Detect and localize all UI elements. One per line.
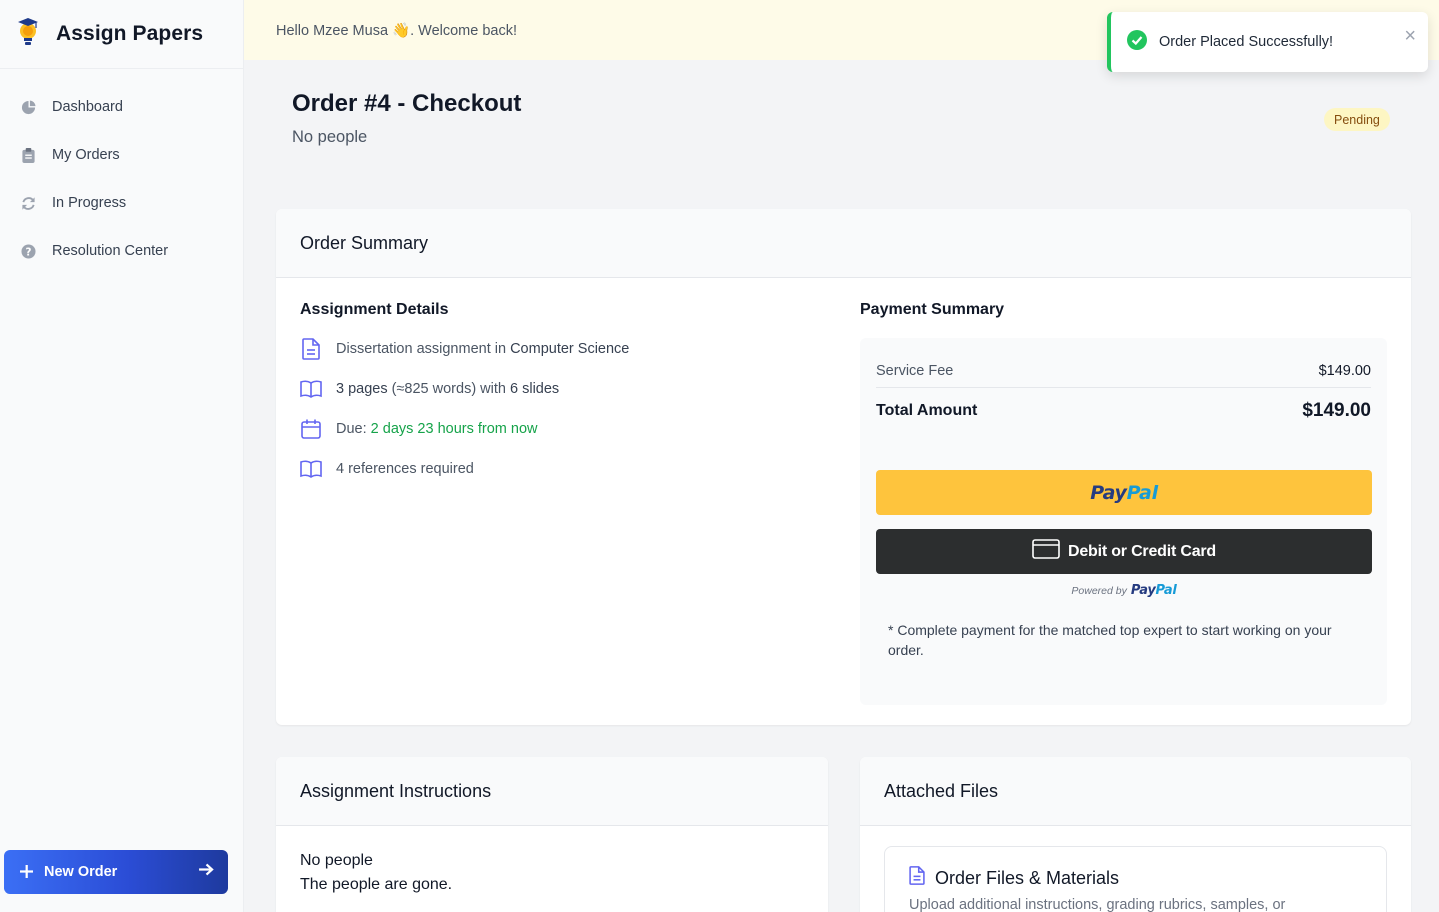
page-title: Order #4 - Checkout [292, 90, 522, 117]
sidebar: Assign Papers Dashboard My Orders In Pro… [0, 0, 244, 912]
paypal-small-logo: PayPal [1131, 583, 1177, 598]
paypal-small-pal: Pal [1155, 583, 1177, 598]
calendar-icon [300, 418, 322, 440]
plus-icon [20, 861, 34, 884]
total-amount-value: $149.00 [1302, 400, 1371, 421]
order-summary-card: Order Summary Assignment Details Dissert… [276, 209, 1411, 725]
paypal-small-pay: Pay [1130, 583, 1156, 598]
sidebar-item-dashboard[interactable]: Dashboard [0, 83, 243, 131]
attached-files-header: Attached Files [860, 757, 1411, 826]
book-open-icon [300, 378, 322, 400]
total-amount-label: Total Amount [876, 402, 978, 419]
order-files-title: Order Files & Materials [909, 866, 1119, 890]
detail-references-text: 4 references required [336, 461, 474, 477]
paypal-button[interactable]: PayPal [876, 470, 1372, 515]
service-fee-label: Service Fee [876, 362, 954, 379]
detail-due: Due: 2 days 23 hours from now [300, 418, 538, 440]
payment-note: * Complete payment for the matched top e… [888, 622, 1332, 658]
instructions-header: Assignment Instructions [276, 757, 828, 826]
detail-pages: 3 pages (≈825 words) with 6 slides [300, 378, 559, 400]
question-circle-icon: ? [20, 243, 36, 259]
sidebar-item-my-orders[interactable]: My Orders [0, 131, 243, 179]
sidebar-item-label: Resolution Center [52, 243, 169, 259]
paypal-logo-pay: Pay [1090, 481, 1127, 504]
sidebar-item-resolution-center[interactable]: ? Resolution Center [0, 227, 243, 275]
credit-card-icon [1032, 539, 1060, 564]
page-subtitle: No people [292, 128, 368, 146]
powered-by-paypal: Powered by PayPal [876, 583, 1372, 598]
assignment-details-title: Assignment Details [300, 301, 449, 318]
order-files-subtitle: Upload additional instructions, grading … [909, 897, 1286, 912]
check-circle-icon [1127, 29, 1147, 55]
book-open-icon [300, 458, 322, 480]
assignment-instructions-card: Assignment Instructions No people The pe… [276, 757, 828, 912]
success-toast: Order Placed Successfully! × [1107, 12, 1428, 72]
new-order-button[interactable]: New Order [4, 850, 228, 894]
service-fee-value: $149.00 [1318, 362, 1371, 379]
order-files-title-text: Order Files & Materials [935, 867, 1120, 888]
document-icon [300, 338, 322, 360]
greeting-text: Hello Mzee Musa 👋. Welcome back! [276, 22, 518, 39]
brand[interactable]: Assign Papers [0, 0, 243, 69]
detail-slides: 6 slides [510, 381, 560, 397]
instructions-line: The people are gone. [300, 876, 453, 893]
svg-text:?: ? [25, 246, 31, 258]
detail-due-value: 2 days 23 hours from now [370, 421, 538, 437]
service-fee-row: Service Fee $149.00 [876, 354, 1371, 388]
status-badge: Pending [1324, 108, 1390, 131]
detail-references: 4 references required [300, 458, 474, 480]
refresh-icon [20, 195, 36, 211]
toast-message: Order Placed Successfully! [1159, 34, 1334, 50]
detail-type: Dissertation assignment in Computer Scie… [300, 338, 629, 360]
paypal-logo: PayPal [1090, 482, 1158, 504]
attached-files-card: Attached Files Order Files & Materials U… [860, 757, 1411, 912]
order-summary-header: Order Summary [276, 209, 1411, 278]
detail-type-prefix: Dissertation assignment in [336, 341, 511, 357]
brand-name: Assign Papers [56, 22, 204, 45]
debit-credit-card-button[interactable]: Debit or Credit Card [876, 529, 1372, 574]
instructions-body: No people The people are gone. [276, 826, 828, 912]
payment-summary-box: Service Fee $149.00 Total Amount $149.00… [860, 338, 1387, 705]
powered-by-label: Powered by [1071, 584, 1127, 597]
new-order-label: New Order [44, 864, 118, 880]
detail-words: (≈825 words) with [387, 381, 510, 397]
order-files-box: Order Files & Materials Upload additiona… [884, 846, 1387, 912]
card-button-label: Debit or Credit Card [1067, 542, 1217, 560]
lightbulb-logo-icon [12, 16, 44, 52]
sidebar-item-label: My Orders [52, 147, 120, 163]
sidebar-item-label: Dashboard [52, 99, 123, 115]
detail-due-prefix: Due: [336, 421, 371, 437]
sidebar-nav: Dashboard My Orders In Progress ? Resolu… [0, 69, 243, 275]
clipboard-icon [20, 147, 36, 163]
document-icon [909, 866, 925, 890]
total-amount-row: Total Amount $149.00 [876, 396, 1371, 426]
detail-pages-count: 3 pages [336, 381, 388, 397]
paypal-logo-pal: Pal [1126, 481, 1158, 504]
payment-summary-title: Payment Summary [860, 301, 1005, 318]
pie-chart-icon [20, 99, 36, 115]
detail-subject: Computer Science [510, 341, 630, 357]
sidebar-item-label: In Progress [52, 195, 127, 211]
sidebar-item-in-progress[interactable]: In Progress [0, 179, 243, 227]
instructions-line: No people [300, 852, 373, 869]
close-icon[interactable]: × [1404, 26, 1416, 46]
arrow-right-icon [199, 863, 214, 881]
